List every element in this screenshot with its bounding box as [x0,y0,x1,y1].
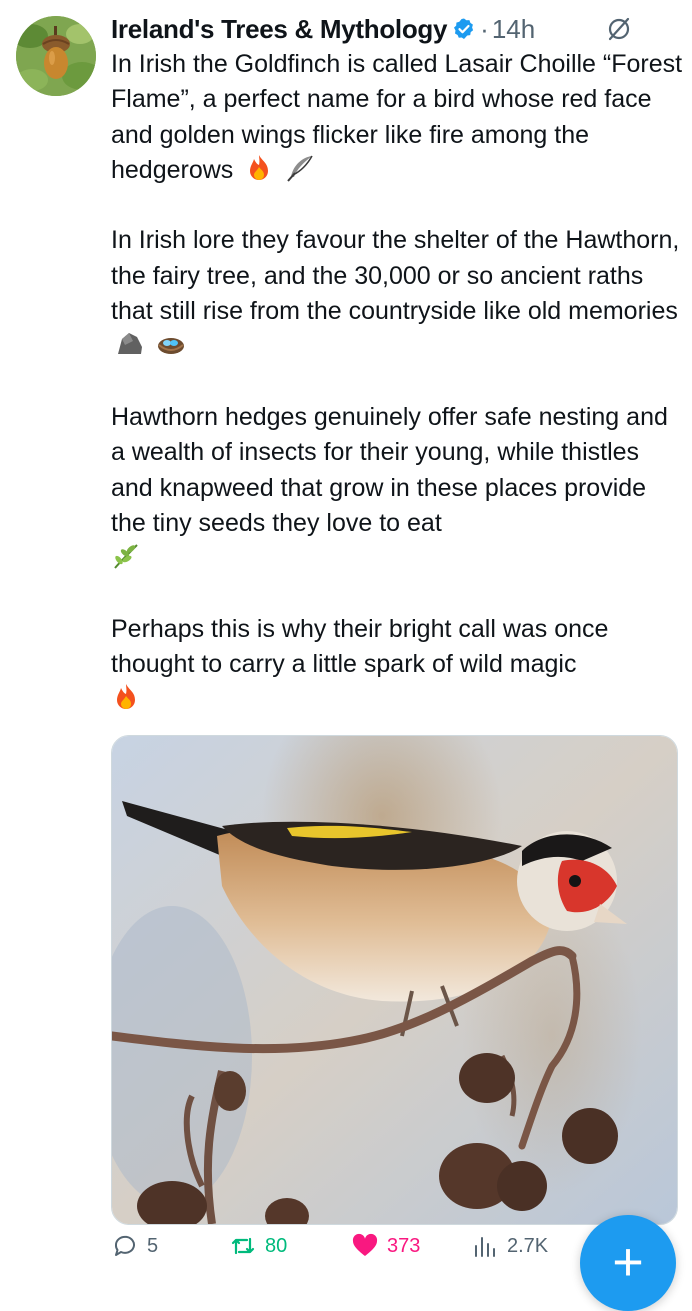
tweet-timestamp[interactable]: 14h [492,14,535,45]
tweet-paragraph: Hawthorn hedges genuinely offer safe nes… [111,400,686,576]
paragraph-text: Perhaps this is why their bright call wa… [111,614,609,679]
herb-emoji-icon [111,541,141,571]
tweet-paragraph: In Irish the Goldfinch is called Lasair … [111,47,686,188]
tweet-paragraph: Perhaps this is why their bright call wa… [111,612,686,718]
compose-post-button[interactable]: + [580,1215,676,1311]
feather-emoji-icon [285,153,315,183]
fire-emoji-icon [111,682,141,712]
header-separator: · [480,13,489,44]
views-count: 2.7K [507,1234,549,1257]
goldfinch-photo [112,736,677,1224]
tweet-text: In Irish the Goldfinch is called Lasair … [111,47,686,753]
heart-icon [352,1233,378,1256]
reply-count: 5 [147,1234,159,1257]
reply-button[interactable]: 5 [111,1232,158,1260]
tweet-header: Ireland's Trees & Mythology · 14h [111,12,681,46]
tweet-paragraph: In Irish lore they favour the shelter of… [111,223,686,364]
tweet-media-image[interactable] [111,735,678,1225]
views-button[interactable]: 2.7K [471,1232,548,1260]
retweet-count: 80 [265,1234,288,1257]
reply-icon [114,1235,135,1256]
grok-icon[interactable] [606,16,632,42]
fire-emoji-icon [244,153,274,183]
like-count: 373 [387,1234,421,1257]
tweet-action-bar: 5 80 373 2.7K [111,1232,591,1272]
nest-with-eggs-emoji-icon [156,329,186,359]
like-button[interactable]: 373 [351,1232,420,1260]
retweet-button[interactable]: 80 [229,1232,287,1260]
author-name[interactable]: Ireland's Trees & Mythology [111,14,447,45]
acorn-avatar-image [16,16,96,96]
paragraph-text: In Irish the Goldfinch is called Lasair … [111,50,683,184]
views-icon [475,1237,495,1257]
paragraph-text: Hawthorn hedges genuinely offer safe nes… [111,402,668,537]
plus-icon: + [612,1232,644,1292]
paragraph-text: In Irish lore they favour the shelter of… [111,226,680,326]
verified-badge-icon[interactable] [452,17,476,41]
author-avatar[interactable] [16,16,96,96]
rock-emoji-icon [115,329,145,359]
retweet-icon [231,1237,255,1255]
